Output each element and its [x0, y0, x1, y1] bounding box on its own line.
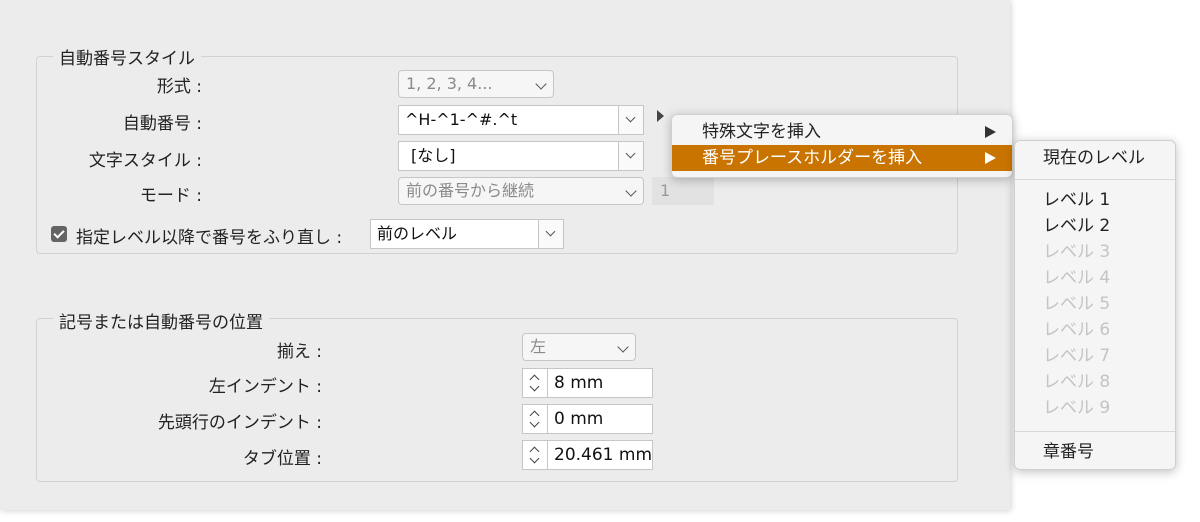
mode-start-value: 1 [660, 181, 671, 200]
stepper-down-icon [529, 453, 540, 464]
position-group [36, 318, 958, 482]
format-label: 形式 : [156, 77, 202, 97]
restart-checkbox[interactable] [51, 226, 67, 242]
left-indent-value: 8 mm [554, 373, 604, 393]
tab-field[interactable]: 20.461 mm [522, 440, 653, 470]
submenu-level-4: レベル 4 [1043, 268, 1111, 288]
chevron-down-icon [617, 341, 629, 353]
submenu-arrow-icon [985, 152, 996, 164]
submenu-level-3: レベル 3 [1043, 242, 1111, 262]
left-indent-field[interactable]: 8 mm [522, 368, 653, 398]
mode-start-field[interactable]: 1 [652, 177, 714, 205]
first-indent-value: 0 mm [554, 409, 604, 429]
numbering-style-title: 自動番号スタイル [53, 44, 201, 69]
submenu-level-1[interactable]: レベル 1 [1015, 187, 1175, 213]
submenu-level-7: レベル 7 [1043, 346, 1111, 366]
number-dropdown-button[interactable] [618, 106, 643, 134]
chevron-down-icon [625, 112, 636, 123]
number-field[interactable]: ^H-^1-^#.^t [398, 105, 644, 135]
char-style-label: 文字スタイル : [88, 151, 202, 171]
submenu-divider [1015, 431, 1175, 432]
stepper-down-icon [529, 417, 540, 428]
char-style-field[interactable]: [なし] [398, 141, 644, 171]
submenu-level-2[interactable]: レベル 2 [1015, 213, 1175, 239]
submenu-divider [1015, 179, 1175, 180]
numbering-dialog: 自動番号スタイル 形式 : 1, 2, 3, 4... 自動番号 : ^H-^1… [0, 0, 1010, 510]
format-select[interactable]: 1, 2, 3, 4... [398, 70, 554, 98]
left-indent-stepper[interactable] [523, 369, 548, 397]
menu-item-label: 番号プレースホルダーを挿入 [702, 148, 923, 168]
insert-context-menu: 特殊文字を挿入 番号プレースホルダーを挿入 [671, 114, 1013, 178]
submenu-level-9: レベル 9 [1043, 398, 1111, 418]
tab-label: タブ位置 : [242, 449, 322, 469]
insert-menu-arrow-icon[interactable] [657, 110, 664, 122]
menu-item-insert-special-char[interactable]: 特殊文字を挿入 [672, 119, 1012, 145]
number-label: 自動番号 : [122, 114, 202, 134]
restart-level-dropdown-button[interactable] [538, 220, 563, 248]
char-style-dropdown-button[interactable] [618, 142, 643, 170]
format-value: 1, 2, 3, 4... [406, 74, 493, 93]
submenu-level-5: レベル 5 [1043, 294, 1111, 314]
left-indent-label: 左インデント : [208, 377, 322, 397]
submenu-chapter-number[interactable]: 章番号 [1015, 439, 1175, 465]
menu-item-label: 特殊文字を挿入 [702, 122, 821, 142]
mode-value: 前の番号から継続 [406, 181, 535, 200]
restart-label: 指定レベル以降で番号をふり直し : [76, 228, 343, 248]
mode-select[interactable]: 前の番号から継続 [398, 177, 644, 205]
chevron-down-icon [625, 148, 636, 159]
number-value: ^H-^1-^#.^t [405, 110, 518, 129]
align-label: 揃え : [276, 342, 322, 362]
menu-item-insert-number-placeholder[interactable]: 番号プレースホルダーを挿入 [672, 145, 1012, 171]
stepper-down-icon [529, 381, 540, 392]
restart-level-field[interactable]: 前のレベル [370, 219, 564, 249]
tab-value: 20.461 mm [554, 445, 652, 465]
chevron-down-icon [535, 78, 547, 90]
align-select[interactable]: 左 [522, 333, 636, 361]
submenu-level-6: レベル 6 [1043, 320, 1111, 340]
restart-level-value: 前のレベル [377, 224, 458, 243]
first-indent-field[interactable]: 0 mm [522, 404, 653, 434]
submenu-arrow-icon [985, 126, 996, 138]
chevron-down-icon [625, 185, 637, 197]
position-group-title: 記号または自動番号の位置 [53, 308, 269, 333]
char-style-value: [なし] [411, 146, 456, 165]
mode-label: モード : [139, 186, 202, 206]
align-value: 左 [530, 337, 547, 356]
chevron-down-icon [545, 226, 556, 237]
first-indent-stepper[interactable] [523, 405, 548, 433]
first-indent-label: 先頭行のインデント : [157, 413, 322, 433]
tab-stepper[interactable] [523, 441, 548, 469]
submenu-level-8: レベル 8 [1043, 372, 1111, 392]
placeholder-submenu: 現在のレベル レベル 1 レベル 2 レベル 3 レベル 4 レベル 5 レベル… [1014, 140, 1176, 470]
submenu-current-level[interactable]: 現在のレベル [1015, 145, 1175, 171]
